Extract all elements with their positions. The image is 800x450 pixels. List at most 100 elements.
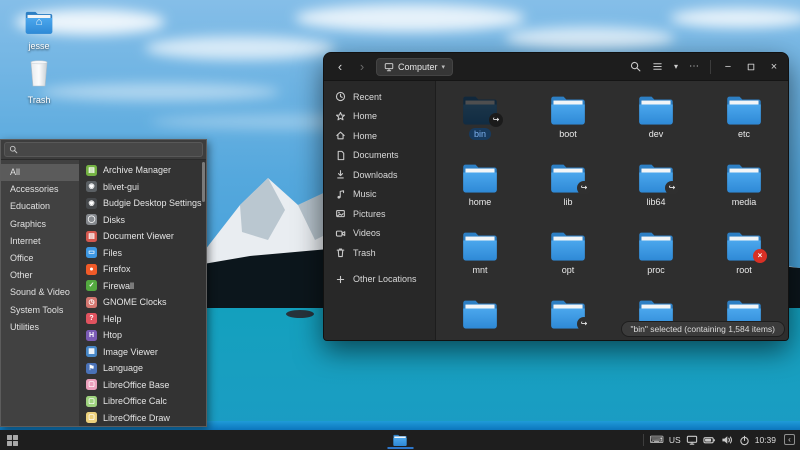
app-item-disks[interactable]: ◯Disks bbox=[79, 212, 206, 229]
category-education[interactable]: Education bbox=[1, 198, 79, 215]
app-item-libreoffice-draw[interactable]: ▢LibreOffice Draw bbox=[79, 410, 206, 427]
folder-item-mnt[interactable]: mnt bbox=[436, 222, 524, 290]
divider bbox=[643, 434, 644, 446]
app-item-blivet-gui[interactable]: ◉blivet-gui bbox=[79, 179, 206, 196]
category-system-tools[interactable]: System Tools bbox=[1, 302, 79, 319]
battery-icon[interactable] bbox=[703, 434, 716, 446]
category-other[interactable]: Other bbox=[1, 267, 79, 284]
app-item-files[interactable]: ▭Files bbox=[79, 245, 206, 262]
sidebar-item-documents[interactable]: Documents bbox=[324, 146, 435, 166]
sidebar-item-downloads[interactable]: Downloads bbox=[324, 165, 435, 185]
folder-item-lib64[interactable]: ↪lib64 bbox=[612, 154, 700, 222]
folder-label: dev bbox=[644, 128, 669, 140]
folder-item-media[interactable]: media bbox=[700, 154, 788, 222]
firewall-icon: ✓ bbox=[86, 280, 97, 291]
app-label: Image Viewer bbox=[103, 347, 158, 357]
desktop-icon-trash[interactable]: Trash bbox=[12, 60, 66, 105]
maximize-button[interactable] bbox=[745, 63, 757, 71]
category-utilities[interactable]: Utilities bbox=[1, 319, 79, 336]
forward-button[interactable]: › bbox=[354, 54, 370, 80]
folder-item-dev[interactable]: dev bbox=[612, 86, 700, 154]
menu-more-button[interactable]: ⋯ bbox=[689, 61, 699, 72]
app-item-firefox[interactable]: ●Firefox bbox=[79, 261, 206, 278]
category-internet[interactable]: Internet bbox=[1, 233, 79, 250]
app-item-image-viewer[interactable]: ▦ Image Viewer bbox=[79, 344, 206, 361]
app-label: LibreOffice Calc bbox=[103, 396, 167, 406]
search-button[interactable] bbox=[630, 61, 641, 72]
app-item-language[interactable]: ⚑Language bbox=[79, 360, 206, 377]
app-label: Budgie Desktop Settings bbox=[103, 198, 202, 208]
folder-item-etc[interactable]: etc bbox=[700, 86, 788, 154]
folder-label: boot bbox=[554, 128, 582, 140]
trash-can-icon bbox=[28, 60, 50, 93]
app-item-libreoffice-base[interactable]: ▢LibreOffice Base bbox=[79, 377, 206, 394]
power-icon[interactable] bbox=[739, 435, 750, 446]
category-accessories[interactable]: Accessories bbox=[1, 181, 79, 198]
app-label: LibreOffice Base bbox=[103, 380, 169, 390]
folder-item[interactable] bbox=[436, 290, 524, 341]
image-viewer-icon: ▦ bbox=[86, 346, 97, 357]
sidebar-item-home[interactable]: Home bbox=[324, 126, 435, 146]
app-label: Archive Manager bbox=[103, 165, 171, 175]
search-icon bbox=[630, 61, 641, 72]
help-icon: ? bbox=[86, 313, 97, 324]
app-item-libreoffice-calc[interactable]: ▢LibreOffice Calc bbox=[79, 393, 206, 410]
sidebar-item-other-locations[interactable]: Other Locations bbox=[324, 270, 435, 290]
tray-expander-button[interactable]: ‹ bbox=[784, 434, 795, 445]
sidebar-item-videos[interactable]: Videos bbox=[324, 224, 435, 244]
menu-categories: All Accessories Education Graphics Inter… bbox=[1, 160, 79, 426]
app-item-archive-manager[interactable]: ▤Archive Manager bbox=[79, 162, 206, 179]
app-item-help[interactable]: ?Help bbox=[79, 311, 206, 328]
menu-scrollbar[interactable] bbox=[202, 162, 205, 202]
app-menu-button[interactable] bbox=[7, 435, 18, 446]
menu-search-row bbox=[1, 140, 206, 160]
minimize-button[interactable]: − bbox=[722, 61, 734, 73]
sidebar-item-pictures[interactable]: Pictures bbox=[324, 204, 435, 224]
category-sound-video[interactable]: Sound & Video bbox=[1, 284, 79, 301]
app-label: GNOME Clocks bbox=[103, 297, 167, 307]
category-office[interactable]: Office bbox=[1, 250, 79, 267]
desktop-icon-jesse[interactable]: ⌂ jesse bbox=[12, 10, 66, 51]
disks-icon: ◯ bbox=[86, 214, 97, 225]
computer-icon bbox=[384, 62, 394, 72]
folder-item-lib[interactable]: ↪lib bbox=[524, 154, 612, 222]
display-icon[interactable] bbox=[686, 434, 698, 446]
star-icon bbox=[335, 111, 346, 122]
location-button[interactable]: Computer ▾ bbox=[376, 58, 453, 76]
clock-icon bbox=[335, 91, 346, 102]
sidebar-item-trash[interactable]: Trash bbox=[324, 243, 435, 263]
folder-item-bin[interactable]: ↪ bin bbox=[436, 86, 524, 154]
close-button[interactable]: × bbox=[768, 61, 780, 73]
app-item-document-viewer[interactable]: ▤Document Viewer bbox=[79, 228, 206, 245]
view-options-button[interactable]: ▾ bbox=[674, 62, 678, 71]
app-item-firewall[interactable]: ✓Firewall bbox=[79, 278, 206, 295]
app-item-budgie-desktop-settings[interactable]: ◉Budgie Desktop Settings bbox=[79, 195, 206, 212]
app-item-gnome-clocks[interactable]: ◷GNOME Clocks bbox=[79, 294, 206, 311]
keyboard-layout-indicator[interactable]: US bbox=[669, 435, 681, 445]
sidebar-item-starred[interactable]: Home bbox=[324, 107, 435, 127]
symlink-emblem-icon: ↪ bbox=[577, 317, 591, 331]
category-graphics[interactable]: Graphics bbox=[1, 216, 79, 233]
folder-label: lib64 bbox=[641, 196, 670, 208]
sidebar-label: Trash bbox=[353, 248, 376, 258]
folder-label: proc bbox=[642, 264, 670, 276]
folder-item[interactable]: ↪ bbox=[524, 290, 612, 341]
folder-label: etc bbox=[733, 128, 755, 140]
view-list-button[interactable] bbox=[652, 61, 663, 72]
volume-icon[interactable] bbox=[721, 434, 734, 446]
folder-item-home[interactable]: home bbox=[436, 154, 524, 222]
folder-item-boot[interactable]: boot bbox=[524, 86, 612, 154]
folder-item-opt[interactable]: opt bbox=[524, 222, 612, 290]
app-item-htop[interactable]: HHtop bbox=[79, 327, 206, 344]
sidebar-item-recent[interactable]: Recent bbox=[324, 87, 435, 107]
sidebar-item-music[interactable]: Music bbox=[324, 185, 435, 205]
sidebar-label: Music bbox=[353, 189, 377, 199]
folder-item-root[interactable]: ×root bbox=[700, 222, 788, 290]
folder-item-proc[interactable]: proc bbox=[612, 222, 700, 290]
taskbar-files-button[interactable] bbox=[393, 430, 408, 450]
back-button[interactable]: ‹ bbox=[332, 54, 348, 80]
clock[interactable]: 10:39 bbox=[755, 435, 776, 445]
menu-search-input[interactable] bbox=[4, 142, 203, 157]
category-all[interactable]: All bbox=[1, 164, 79, 181]
app-label: Htop bbox=[103, 330, 122, 340]
